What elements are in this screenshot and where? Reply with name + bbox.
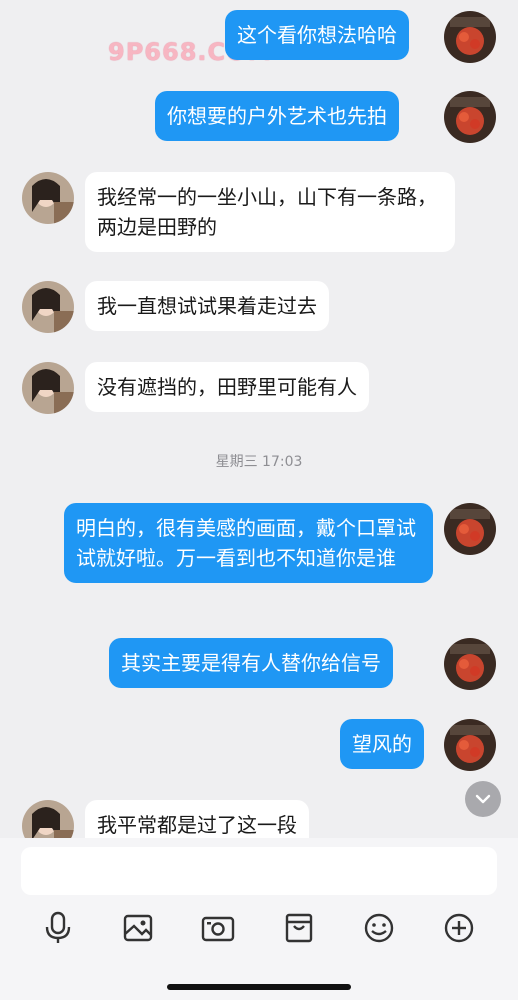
my-avatar[interactable] <box>444 91 496 143</box>
plus-icon <box>444 913 474 943</box>
message-bubble-outgoing[interactable]: 你想要的户外艺术也先拍 <box>155 91 399 141</box>
chat-area[interactable]: 9P668.COM 这个看你想法哈哈 你想要的户外艺术也先拍 我经常一的一坐小山… <box>0 0 518 838</box>
emoji-button[interactable] <box>359 908 399 948</box>
message-timestamp: 星期三 17:03 <box>215 454 303 470</box>
message-bubble-outgoing[interactable]: 明白的，很有美感的画面，戴个口罩试试就好啦。万一看到也不知道你是谁 <box>64 503 433 583</box>
photo-button[interactable] <box>118 908 158 948</box>
gift-icon <box>285 913 313 943</box>
emoji-icon <box>364 913 394 943</box>
message-bubble-incoming[interactable]: 没有遮挡的，田野里可能有人 <box>85 362 369 412</box>
message-bubble-outgoing[interactable]: 望风的 <box>340 719 424 769</box>
scroll-to-bottom-button[interactable] <box>465 781 501 817</box>
contact-avatar[interactable] <box>22 362 74 414</box>
message-bubble-incoming[interactable]: 我经常一的一坐小山，山下有一条路，两边是田野的 <box>85 172 455 252</box>
message-input[interactable] <box>21 847 497 895</box>
photo-icon <box>123 914 153 942</box>
my-avatar[interactable] <box>444 503 496 555</box>
contact-avatar[interactable] <box>22 800 74 838</box>
mic-icon <box>45 911 71 943</box>
gift-button[interactable] <box>279 908 319 948</box>
camera-icon <box>201 916 235 942</box>
voice-button[interactable] <box>38 908 78 948</box>
my-avatar[interactable] <box>444 719 496 771</box>
message-bubble-outgoing[interactable]: 其实主要是得有人替你给信号 <box>109 638 393 688</box>
home-indicator[interactable] <box>167 984 351 990</box>
message-bubble-incoming[interactable]: 我一直想试试果着走过去 <box>85 281 329 331</box>
composer-bar <box>0 838 518 1000</box>
contact-avatar[interactable] <box>22 172 74 224</box>
camera-button[interactable] <box>198 908 238 948</box>
chevron-down-icon <box>475 794 491 804</box>
contact-avatar[interactable] <box>22 281 74 333</box>
message-bubble-outgoing[interactable]: 这个看你想法哈哈 <box>225 10 409 60</box>
my-avatar[interactable] <box>444 638 496 690</box>
my-avatar[interactable] <box>444 11 496 63</box>
message-bubble-incoming[interactable]: 我平常都是过了这一段 <box>85 800 309 838</box>
more-button[interactable] <box>439 908 479 948</box>
